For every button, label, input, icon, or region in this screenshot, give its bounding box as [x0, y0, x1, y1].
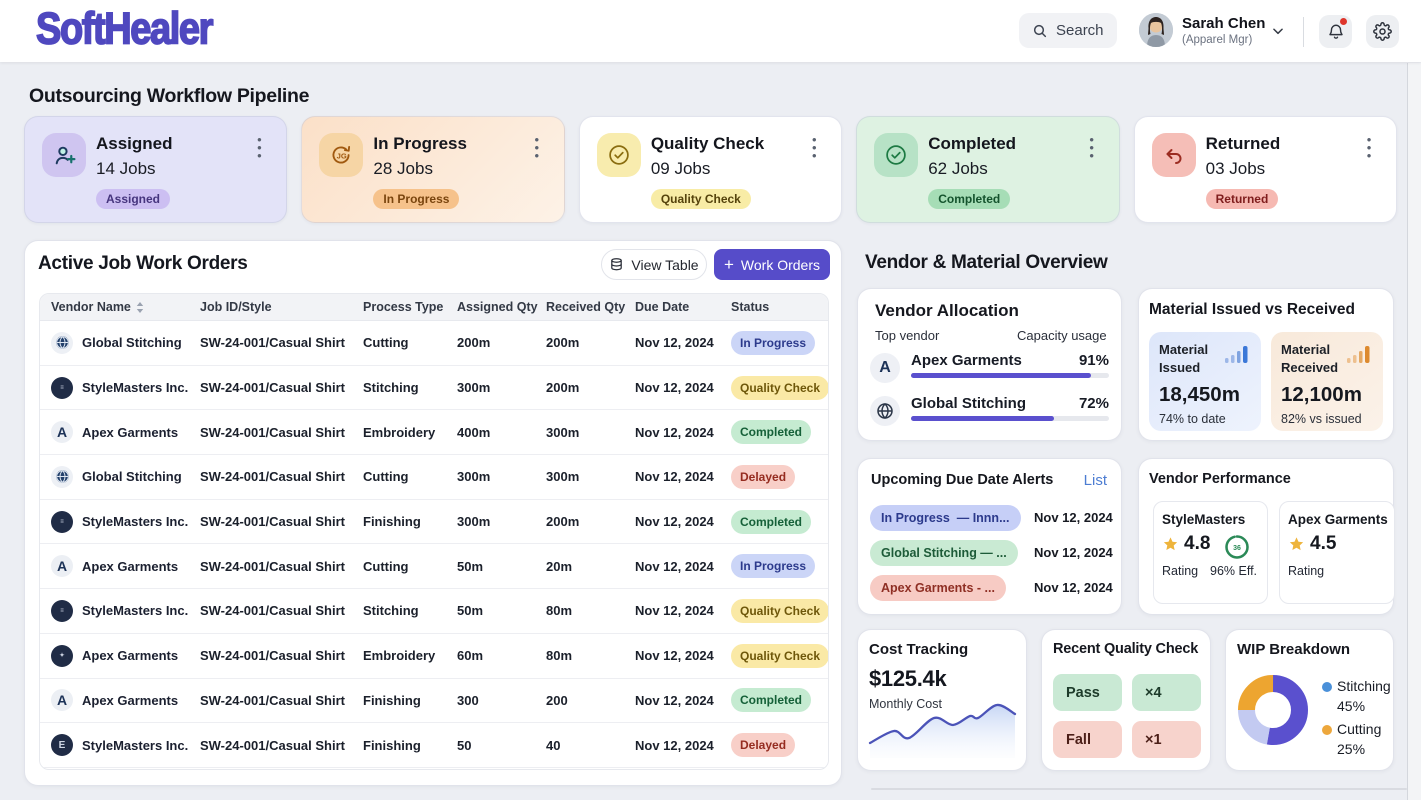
- svg-text:JG: JG: [337, 151, 347, 160]
- svg-text:36: 36: [1233, 545, 1241, 552]
